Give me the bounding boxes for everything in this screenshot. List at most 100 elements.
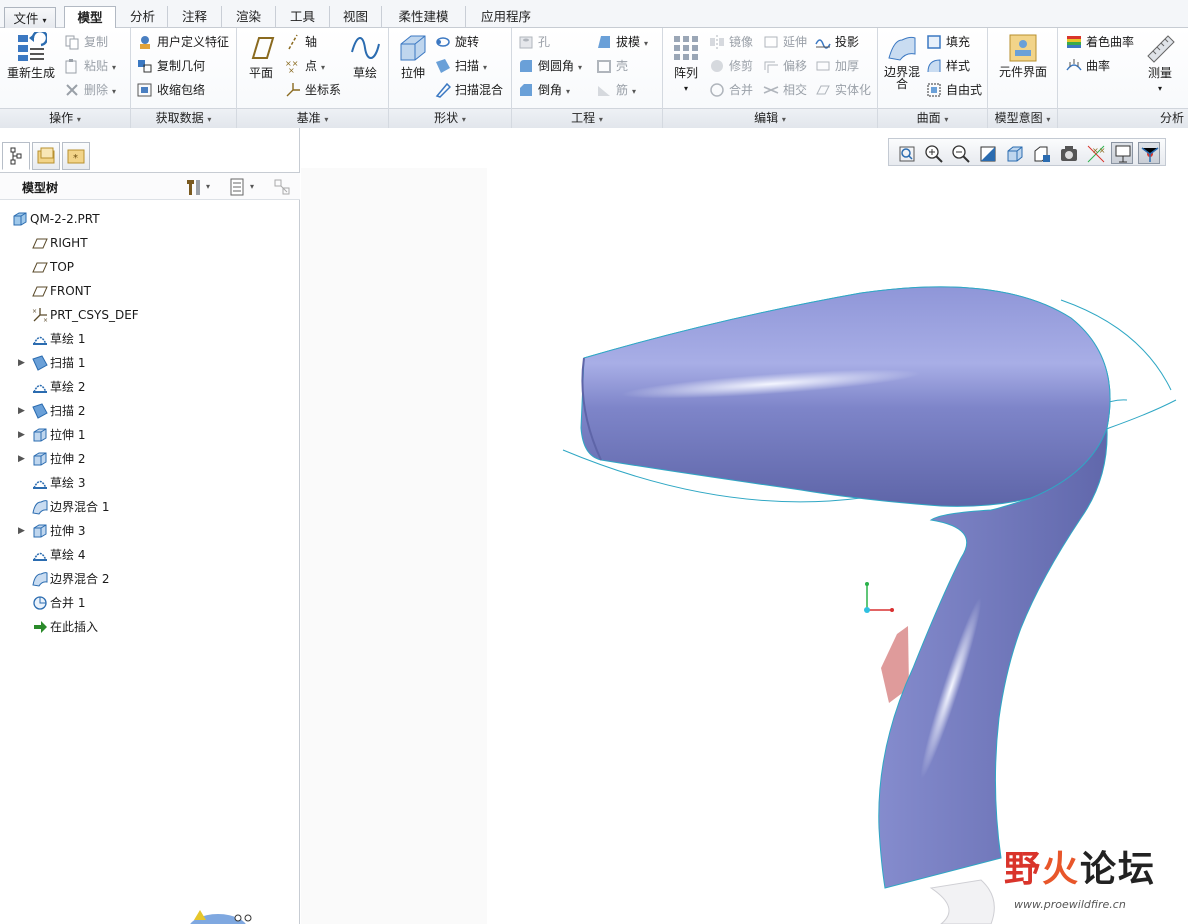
shrinkwrap-button[interactable]: 收缩包络 xyxy=(137,80,205,100)
fill-button[interactable]: 填充 xyxy=(926,32,970,52)
copy-geometry-icon xyxy=(137,58,153,74)
menu-tab-model[interactable]: 模型 xyxy=(64,6,116,29)
regenerate-icon xyxy=(15,29,49,64)
model-tree-tab[interactable] xyxy=(2,142,30,170)
zoom-out-button[interactable] xyxy=(949,142,971,164)
solidify-button[interactable]: 实体化 xyxy=(815,80,871,100)
freestyle-button[interactable]: 自由式 xyxy=(926,80,982,100)
favorites-folder-icon: * xyxy=(67,149,85,164)
group-label-surfaces[interactable]: 曲面 ▾ xyxy=(878,108,987,128)
paste-button[interactable]: 粘贴 ▾ xyxy=(64,56,116,76)
offset-button[interactable]: 偏移 xyxy=(763,56,807,76)
menu-tab-view[interactable]: 视图 xyxy=(330,6,382,28)
cord-part xyxy=(929,879,995,924)
boundary-blend-button[interactable]: 边界混合 xyxy=(882,32,922,90)
hair-dryer-model xyxy=(301,168,1177,924)
regenerate-button[interactable]: 重新生成 xyxy=(4,29,58,80)
group-label-datum[interactable]: 基准 ▾ xyxy=(237,108,388,128)
group-label-operations[interactable]: 操作 ▾ xyxy=(0,108,130,128)
swept-blend-button[interactable]: 扫描混合 xyxy=(435,80,503,100)
thicken-icon xyxy=(815,58,831,74)
zoom-in-button[interactable] xyxy=(922,142,944,164)
graphics-window[interactable] xyxy=(301,128,1188,924)
shell-button[interactable]: 壳 xyxy=(596,56,628,76)
component-interface-button[interactable]: 元件界面 xyxy=(996,32,1050,78)
menu-tab-annotate[interactable]: 注释 xyxy=(168,6,222,28)
group-label-analysis[interactable]: 分析 xyxy=(1058,108,1188,128)
style-button[interactable]: 样式 xyxy=(926,56,970,76)
extrude-icon xyxy=(32,427,48,443)
extrude-icon xyxy=(32,451,48,467)
delete-button[interactable]: 删除 ▾ xyxy=(64,80,116,100)
thicken-button[interactable]: 加厚 xyxy=(815,56,859,76)
datum-axis-button[interactable]: 轴 xyxy=(285,32,317,52)
group-label-editing[interactable]: 编辑 ▾ xyxy=(663,108,877,128)
draft-button[interactable]: 拔模 ▾ xyxy=(596,32,648,52)
settings-dropdown-icon[interactable]: ▾ xyxy=(206,177,226,197)
user-defined-feature-button[interactable]: 用户定义特征 xyxy=(137,32,229,52)
pattern-button[interactable]: 阵列 ▾ xyxy=(667,32,705,96)
group-label-get-data[interactable]: 获取数据 ▾ xyxy=(131,108,236,128)
menu-bar: 文件 ▾ 模型 分析 注释 渲染 工具 视图 柔性建模 应用程序 xyxy=(0,0,1188,29)
refit-icon xyxy=(899,146,915,162)
revolve-button[interactable]: 旋转 xyxy=(435,32,479,52)
favorites-tab[interactable]: * xyxy=(62,142,90,170)
trim-button[interactable]: 修剪 xyxy=(709,56,753,76)
group-label-engineering[interactable]: 工程 ▾ xyxy=(512,108,662,128)
menu-tab-render[interactable]: 渲染 xyxy=(222,6,276,28)
ribbon: 重新生成 复制 粘贴 ▾ 删除 ▾ 操作 ▾ 用户定义特征 复制几何 收缩包络 获 xyxy=(0,28,1188,128)
menu-tab-tools[interactable]: 工具 xyxy=(276,6,330,28)
menu-tab-applications[interactable]: 应用程序 xyxy=(466,6,546,28)
curvature-button[interactable]: 曲率 xyxy=(1066,56,1110,76)
round-icon xyxy=(518,58,534,74)
group-label-shapes[interactable]: 形状 ▾ xyxy=(389,108,511,128)
folder-browser-tab[interactable] xyxy=(32,142,60,170)
insert-here-arrow-icon xyxy=(32,619,48,635)
sweep-button[interactable]: 扫描 ▾ xyxy=(435,56,487,76)
offset-icon xyxy=(763,58,779,74)
show-menu-dropdown-icon[interactable]: ▾ xyxy=(250,177,270,197)
filter-icon[interactable] xyxy=(272,177,292,197)
expand-arrow-icon[interactable]: ▶ xyxy=(18,400,25,422)
show-dropdown-icon[interactable] xyxy=(228,177,248,197)
group-analysis: 着色曲率 曲率 测量 ▾ 分析 xyxy=(1058,28,1188,128)
chamfer-button[interactable]: 倒角 ▾ xyxy=(518,80,570,100)
spin-center-button[interactable] xyxy=(1138,142,1160,164)
mirror-button[interactable]: 镜像 xyxy=(709,32,753,52)
coordinate-system-button[interactable]: 坐标系 xyxy=(285,80,341,100)
round-button[interactable]: 倒圆角 ▾ xyxy=(518,56,582,76)
extrude-button[interactable]: 拉伸 xyxy=(393,32,433,80)
rib-button[interactable]: 筋 ▾ xyxy=(596,80,636,100)
expand-arrow-icon[interactable]: ▶ xyxy=(18,424,25,446)
extrude-icon xyxy=(397,32,429,64)
shaded-curvature-button[interactable]: 着色曲率 xyxy=(1066,32,1134,52)
expand-arrow-icon[interactable]: ▶ xyxy=(18,352,25,374)
datum-plane-icon xyxy=(245,32,277,64)
merge-button[interactable]: 合并 xyxy=(709,80,753,100)
copy-button[interactable]: 复制 xyxy=(64,32,108,52)
refit-button[interactable] xyxy=(895,142,917,164)
view-manager-button[interactable] xyxy=(1057,142,1079,164)
display-style-button[interactable] xyxy=(1003,142,1025,164)
datum-display-button[interactable] xyxy=(1111,142,1133,164)
extend-button[interactable]: 延伸 xyxy=(763,32,807,52)
perspective-button[interactable]: ×× xyxy=(1084,142,1106,164)
copy-geometry-button[interactable]: 复制几何 xyxy=(137,56,205,76)
expand-arrow-icon[interactable]: ▶ xyxy=(18,448,25,470)
menu-tab-file[interactable]: 文件 ▾ xyxy=(4,7,56,28)
hole-button[interactable]: 孔 xyxy=(518,32,550,52)
repaint-button[interactable] xyxy=(976,142,998,164)
project-button[interactable]: 投影 xyxy=(815,32,859,52)
measure-button[interactable]: 测量 ▾ xyxy=(1140,32,1180,96)
model-tree-settings-icon[interactable] xyxy=(184,177,204,197)
intersect-button[interactable]: 相交 xyxy=(763,80,807,100)
menu-tab-analysis[interactable]: 分析 xyxy=(118,6,168,28)
sketch-icon xyxy=(32,547,48,563)
datum-point-button[interactable]: ×× × 点 ▾ xyxy=(285,56,325,76)
sketch-button[interactable]: 草绘 xyxy=(347,32,383,80)
datum-plane-button[interactable]: 平面 xyxy=(243,32,279,80)
menu-tab-flexible-modeling[interactable]: 柔性建模 xyxy=(382,6,466,28)
expand-arrow-icon[interactable]: ▶ xyxy=(18,520,25,542)
saved-orientations-button[interactable] xyxy=(1030,142,1052,164)
group-label-model-intent[interactable]: 模型意图 ▾ xyxy=(988,108,1057,128)
